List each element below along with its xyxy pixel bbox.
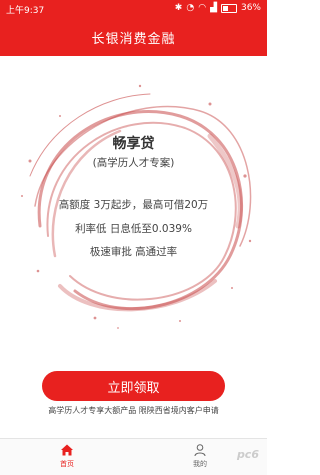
wifi-icon: ◠ <box>198 3 207 13</box>
app-title: 长银消费金融 <box>91 31 176 47</box>
status-bar: 上午9:37 ✱ ◔ ◠ ▟ 36% <box>0 0 267 18</box>
feature-credit-limit: 高额度 3万起步，最高可借20万 <box>58 199 209 211</box>
tab-bar: 首页 我的 <box>0 438 267 475</box>
product-subtitle: (高学历人才专案) <box>92 157 175 169</box>
tab-me-label: 我的 <box>193 460 207 468</box>
tab-me[interactable]: 我的 <box>175 443 225 469</box>
product-name: 畅享贷 <box>112 136 155 152</box>
eligibility-note: 高学历人才专享大额产品 限陕西省境内客户申请 <box>48 406 219 415</box>
app-header: 长银消费金融 <box>0 18 267 56</box>
feature-interest-rate: 利率低 日息低至0.039% <box>75 223 192 235</box>
watermark-logo: pc6 <box>236 448 259 461</box>
home-icon <box>61 444 73 456</box>
feature-fast-approval: 极速审批 高通过率 <box>89 246 178 258</box>
apply-now-button[interactable]: 立即领取 <box>42 371 225 401</box>
battery-percent: 36% <box>240 3 261 13</box>
status-icons: ✱ ◔ ◠ ▟ 36% <box>175 3 261 13</box>
tab-home[interactable]: 首页 <box>42 443 92 469</box>
bluetooth-icon: ✱ <box>174 3 183 13</box>
user-icon <box>194 444 206 457</box>
signal-icon: ▟ <box>210 3 217 13</box>
tab-home-label: 首页 <box>60 460 74 468</box>
status-time: 上午9:37 <box>6 6 45 16</box>
alarm-icon: ◔ <box>186 3 195 13</box>
battery-icon <box>220 3 237 13</box>
